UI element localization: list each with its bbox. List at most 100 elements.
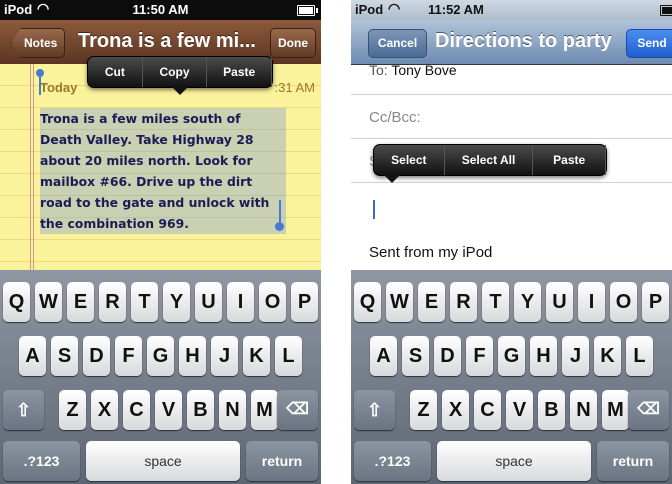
to-field[interactable]: To: Tony Bove [369,62,457,78]
edit-menu: Cut Copy Paste [87,56,273,95]
divider [351,138,672,139]
key-i[interactable]: I [578,282,605,322]
cancel-button[interactable]: Cancel [368,29,427,58]
numbers-key[interactable]: .?123 [354,441,431,481]
menu-pointer [384,175,400,183]
delete-icon: ⌫ [286,401,309,418]
keyboard: Q W E R T Y U I O P A S D F G H J K L ⇧ … [0,270,321,484]
key-w[interactable]: W [386,282,413,322]
key-h[interactable]: H [530,336,557,376]
key-b[interactable]: B [538,390,565,430]
menu-pointer [172,87,188,95]
key-v[interactable]: V [506,390,533,430]
key-p[interactable]: P [642,282,669,322]
copy-menu-item[interactable]: Copy [143,57,208,87]
key-a[interactable]: A [370,336,397,376]
selection-end-bar [279,200,281,222]
delete-key[interactable]: ⌫ [277,390,318,430]
to-recipient[interactable]: Tony Bove [391,62,456,78]
key-m[interactable]: M [602,390,629,430]
cut-menu-item[interactable]: Cut [88,57,143,87]
shift-key[interactable]: ⇧ [3,390,44,430]
space-key[interactable]: space [86,441,240,481]
select-menu-item[interactable]: Select [374,145,445,175]
key-q[interactable]: Q [3,282,30,322]
key-e[interactable]: E [67,282,94,322]
key-a[interactable]: A [19,336,46,376]
email-signature[interactable]: Sent from my iPod [369,244,492,261]
key-i[interactable]: I [227,282,254,322]
key-x[interactable]: X [91,390,118,430]
text-cursor [373,200,375,219]
clock: 11:50 AM [132,2,189,17]
key-o[interactable]: O [259,282,286,322]
key-e[interactable]: E [418,282,445,322]
key-u[interactable]: U [546,282,573,322]
numbers-key[interactable]: .?123 [3,441,80,481]
status-bar: iPod ◠ 11:52 AM [351,0,672,20]
key-l[interactable]: L [275,336,302,376]
return-key[interactable]: return [597,441,669,481]
key-x[interactable]: X [442,390,469,430]
key-k[interactable]: K [243,336,270,376]
shift-icon: ⇧ [15,400,32,420]
key-g[interactable]: G [147,336,174,376]
note-paper[interactable]: Today :31 AM Trona is a few miles south … [0,64,321,270]
key-n[interactable]: N [570,390,597,430]
selection-end-handle[interactable] [275,222,284,231]
key-t[interactable]: T [482,282,509,322]
key-p[interactable]: P [291,282,318,322]
key-y[interactable]: Y [163,282,190,322]
key-c[interactable]: C [123,390,150,430]
key-l[interactable]: L [626,336,653,376]
key-r[interactable]: R [450,282,477,322]
key-f[interactable]: F [115,336,142,376]
selection-start-handle[interactable] [36,69,44,77]
selection-start-bar [39,75,41,95]
to-label: To: [369,62,388,78]
key-b[interactable]: B [187,390,214,430]
cc-bcc-field[interactable]: Cc/Bcc: [369,109,421,126]
select-all-menu-item[interactable]: Select All [445,145,534,175]
send-button[interactable]: Send [626,29,672,58]
paste-menu-item[interactable]: Paste [533,145,607,175]
return-key[interactable]: return [246,441,318,481]
key-q[interactable]: Q [354,282,381,322]
carrier-label: iPod [355,2,384,17]
key-k[interactable]: K [594,336,621,376]
key-v[interactable]: V [155,390,182,430]
key-y[interactable]: Y [514,282,541,322]
key-h[interactable]: H [179,336,206,376]
paste-menu-item[interactable]: Paste [207,57,272,87]
key-d[interactable]: D [434,336,461,376]
key-d[interactable]: D [83,336,110,376]
delete-key[interactable]: ⌫ [628,390,669,430]
key-u[interactable]: U [195,282,222,322]
key-t[interactable]: T [131,282,158,322]
key-s[interactable]: S [402,336,429,376]
key-z[interactable]: Z [59,390,86,430]
key-f[interactable]: F [466,336,493,376]
done-button[interactable]: Done [270,28,316,58]
key-w[interactable]: W [35,282,62,322]
key-g[interactable]: G [498,336,525,376]
key-m[interactable]: M [251,390,278,430]
key-o[interactable]: O [610,282,637,322]
note-body-selected[interactable]: Trona is a few miles south of Death Vall… [40,108,286,234]
shift-key[interactable]: ⇧ [354,390,395,430]
key-c[interactable]: C [474,390,501,430]
key-n[interactable]: N [219,390,246,430]
key-z[interactable]: Z [410,390,437,430]
key-j[interactable]: J [211,336,238,376]
shift-icon: ⇧ [366,400,383,420]
mail-screen: iPod ◠ 11:52 AM Cancel Directions to par… [351,0,672,484]
key-j[interactable]: J [562,336,589,376]
key-r[interactable]: R [99,282,126,322]
keyboard: Q W E R T Y U I O P A S D F G H J K L ⇧ … [351,270,672,484]
mail-subject-title: Directions to party [435,30,612,52]
notes-back-button[interactable]: Notes [11,28,66,58]
key-s[interactable]: S [51,336,78,376]
battery-icon [297,5,318,16]
note-title: Trona is a few mi... [78,30,256,52]
space-key[interactable]: space [437,441,591,481]
